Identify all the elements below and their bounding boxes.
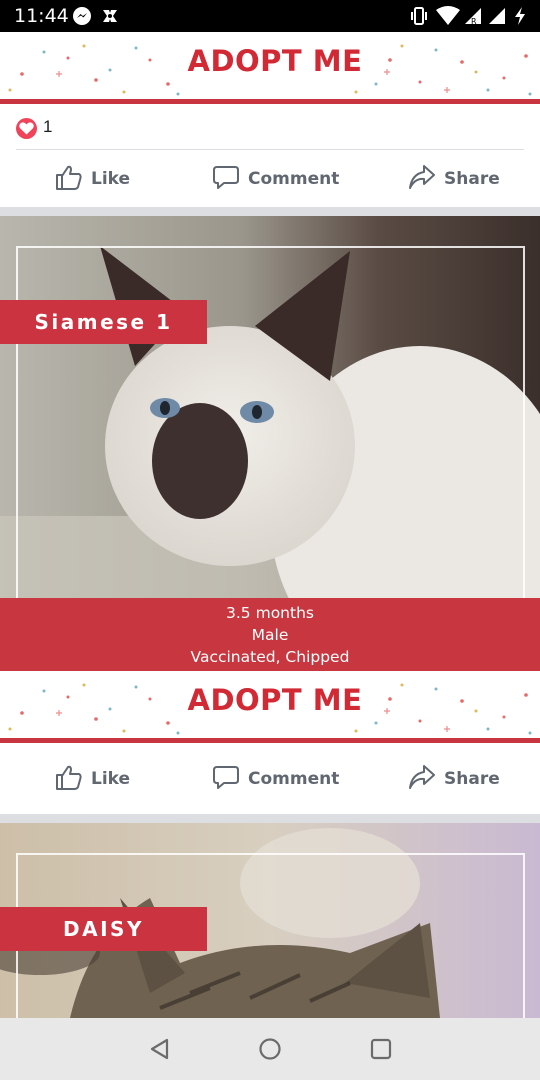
comment-label: Comment: [248, 769, 340, 789]
share-button[interactable]: Share: [408, 151, 500, 207]
pet-name-tag: Siamese 1: [0, 300, 207, 344]
news-feed[interactable]: ADOPT ME 1 Like Comment Share Siamese 1 …: [0, 32, 540, 1018]
thumbs-up-icon: [55, 163, 83, 196]
comment-button[interactable]: Comment: [212, 151, 339, 207]
pet-age: 3.5 months: [226, 604, 314, 622]
reaction-count: 1: [43, 117, 53, 136]
divider: [16, 149, 524, 150]
messenger-icon: [72, 6, 92, 31]
share-icon: [408, 763, 436, 796]
share-icon: [408, 163, 436, 196]
recents-icon[interactable]: [369, 1037, 393, 1066]
pet-photo-siamese[interactable]: Siamese 1 3.5 months Male Vaccinated, Ch…: [0, 216, 540, 671]
post-footer: 1 Like Comment Share: [0, 104, 540, 207]
pet-health: Vaccinated, Chipped: [190, 648, 350, 666]
comment-label: Comment: [248, 169, 340, 189]
pet-sex: Male: [251, 626, 289, 644]
comment-icon: [212, 763, 240, 796]
post-footer: Like Comment Share: [0, 743, 540, 814]
vibrate-icon: [410, 6, 428, 31]
status-bar: 11:44 R: [0, 0, 540, 32]
banner-title: ADOPT ME: [187, 44, 363, 78]
back-icon[interactable]: [148, 1037, 172, 1066]
wifi-icon: [436, 6, 460, 31]
home-icon[interactable]: [258, 1037, 282, 1066]
pet-photo-daisy[interactable]: DAISY: [0, 823, 540, 1018]
post-actions: Like Comment Share: [0, 151, 540, 207]
charging-icon: [513, 6, 527, 31]
post-separator: [0, 207, 540, 216]
banner-title: ADOPT ME: [187, 683, 363, 717]
like-label: Like: [91, 169, 131, 189]
thumbs-up-icon: [55, 763, 83, 796]
like-button[interactable]: Like: [55, 751, 130, 807]
comment-button[interactable]: Comment: [212, 751, 339, 807]
adopt-me-banner: ADOPT ME: [0, 671, 540, 743]
pet-info-band: 3.5 months Male Vaccinated, Chipped: [0, 598, 540, 671]
like-label: Like: [91, 769, 131, 789]
share-label: Share: [444, 169, 500, 189]
post-separator: [0, 814, 540, 823]
status-time: 11:44: [14, 5, 69, 27]
love-reaction-icon: [16, 118, 37, 139]
share-label: Share: [444, 769, 500, 789]
signal-r-icon: R: [463, 6, 483, 31]
android-nav-bar: [0, 1018, 540, 1080]
post-actions: Like Comment Share: [0, 751, 540, 807]
share-button[interactable]: Share: [408, 751, 500, 807]
signal-icon: [487, 6, 507, 31]
app-notification-icon: [100, 6, 120, 31]
like-button[interactable]: Like: [55, 151, 130, 207]
svg-text:R: R: [471, 17, 477, 26]
adopt-me-banner: ADOPT ME: [0, 32, 540, 104]
pet-name-tag: DAISY: [0, 907, 207, 951]
comment-icon: [212, 163, 240, 196]
